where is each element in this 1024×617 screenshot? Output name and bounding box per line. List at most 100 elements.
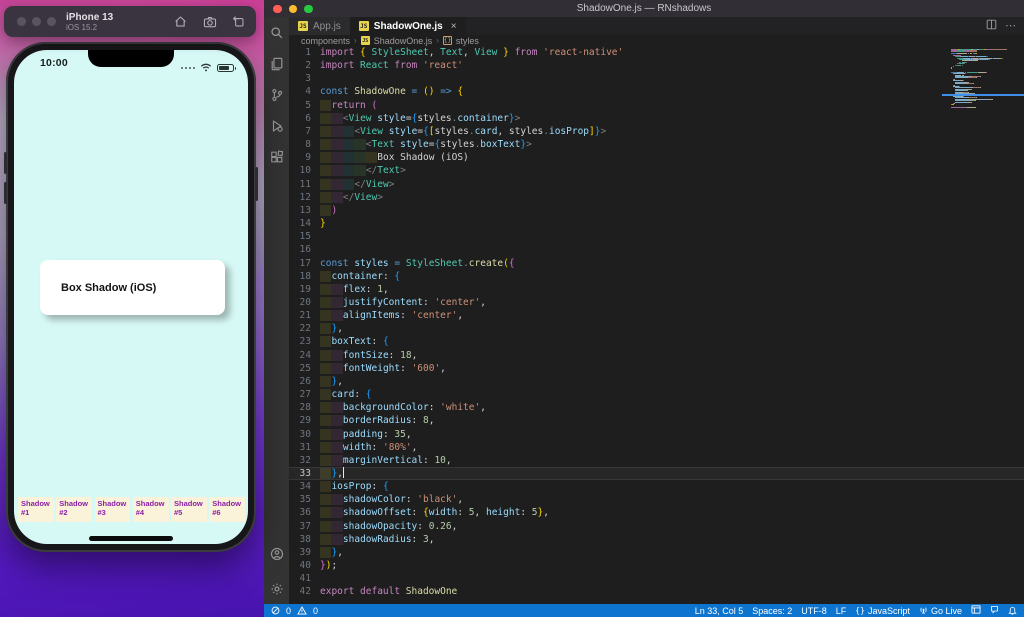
go-live-button[interactable]: Go Live bbox=[919, 606, 962, 616]
code-line[interactable]: 9 Box Shadow (iOS) bbox=[289, 151, 1024, 164]
volume-up-button[interactable] bbox=[4, 152, 7, 174]
line-number[interactable]: 8 bbox=[289, 138, 320, 151]
source-control-icon[interactable] bbox=[269, 87, 284, 102]
rotate-device-icon[interactable] bbox=[231, 14, 246, 29]
extensions-icon[interactable] bbox=[269, 149, 284, 164]
code-line[interactable]: 31 width: '80%', bbox=[289, 441, 1024, 454]
tab-app-js[interactable]: JS App.js bbox=[289, 17, 350, 35]
code-line[interactable]: 8 <Text style={styles.boxText}> bbox=[289, 138, 1024, 151]
simulator-window-controls[interactable] bbox=[17, 17, 56, 26]
shadow-tab-3[interactable]: Shadow#3 bbox=[95, 497, 131, 522]
code-line[interactable]: 22 }, bbox=[289, 322, 1024, 335]
line-number[interactable]: 41 bbox=[289, 572, 320, 585]
line-number[interactable]: 38 bbox=[289, 533, 320, 546]
line-number[interactable]: 39 bbox=[289, 546, 320, 559]
split-editor-icon[interactable] bbox=[986, 17, 997, 35]
code-line[interactable]: 10 </Text> bbox=[289, 164, 1024, 177]
shadow-tab-2[interactable]: Shadow#2 bbox=[56, 497, 92, 522]
home-icon[interactable] bbox=[173, 14, 188, 29]
line-number[interactable]: 28 bbox=[289, 401, 320, 414]
close-tab-icon[interactable]: × bbox=[451, 21, 457, 32]
line-number[interactable]: 23 bbox=[289, 335, 320, 348]
code-line[interactable]: 15 bbox=[289, 230, 1024, 243]
code-line[interactable]: 7 <View style={[styles.card, styles.iosP… bbox=[289, 125, 1024, 138]
code-line[interactable]: 35 shadowColor: 'black', bbox=[289, 493, 1024, 506]
line-number[interactable]: 14 bbox=[289, 217, 320, 230]
run-debug-icon[interactable] bbox=[269, 118, 284, 133]
code-line[interactable]: 42export default ShadowOne bbox=[289, 585, 1024, 598]
line-number[interactable]: 40 bbox=[289, 559, 320, 572]
vscode-window-controls[interactable] bbox=[273, 5, 313, 14]
code-line[interactable]: 2import React from 'react' bbox=[289, 59, 1024, 72]
cursor-position[interactable]: Ln 33, Col 5 bbox=[695, 606, 744, 616]
window-minimize-button[interactable] bbox=[32, 17, 41, 26]
line-number[interactable]: 24 bbox=[289, 349, 320, 362]
search-icon[interactable] bbox=[269, 25, 284, 40]
code-line[interactable]: 19 flex: 1, bbox=[289, 283, 1024, 296]
encoding-setting[interactable]: UTF-8 bbox=[801, 606, 827, 616]
line-number[interactable]: 10 bbox=[289, 164, 320, 177]
browser-preview-icon[interactable] bbox=[971, 605, 981, 616]
volume-down-button[interactable] bbox=[4, 182, 7, 204]
line-number[interactable]: 5 bbox=[289, 99, 320, 112]
tab-shadowone-js[interactable]: JS ShadowOne.js × bbox=[350, 17, 466, 35]
code-line[interactable]: 36 shadowOffset: {width: 5, height: 5}, bbox=[289, 506, 1024, 519]
shadow-tab-5[interactable]: Shadow#5 bbox=[171, 497, 207, 522]
code-line[interactable]: 23 boxText: { bbox=[289, 335, 1024, 348]
breadcrumb-file[interactable]: ShadowOne.js bbox=[374, 36, 433, 46]
line-number[interactable]: 37 bbox=[289, 520, 320, 533]
screenshot-camera-icon[interactable] bbox=[202, 14, 217, 29]
shadow-tab-1[interactable]: Shadow#1 bbox=[18, 497, 54, 522]
code-line[interactable]: 12 </View> bbox=[289, 191, 1024, 204]
code-line[interactable]: 17const styles = StyleSheet.create({ bbox=[289, 257, 1024, 270]
line-number[interactable]: 42 bbox=[289, 585, 320, 598]
line-number[interactable]: 3 bbox=[289, 72, 320, 85]
indentation-setting[interactable]: Spaces: 2 bbox=[752, 606, 792, 616]
window-close-button[interactable] bbox=[17, 17, 26, 26]
notifications-bell-icon[interactable] bbox=[1008, 605, 1017, 617]
code-line[interactable]: 37 shadowOpacity: 0.26, bbox=[289, 520, 1024, 533]
line-number[interactable]: 26 bbox=[289, 375, 320, 388]
line-number[interactable]: 4 bbox=[289, 85, 320, 98]
shadow-tab-4[interactable]: Shadow#4 bbox=[133, 497, 169, 522]
line-number[interactable]: 30 bbox=[289, 428, 320, 441]
line-number[interactable]: 12 bbox=[289, 191, 320, 204]
line-number[interactable]: 16 bbox=[289, 243, 320, 256]
code-line[interactable]: 6 <View style={styles.container}> bbox=[289, 112, 1024, 125]
code-line[interactable]: 30 padding: 35, bbox=[289, 428, 1024, 441]
vscode-titlebar[interactable]: ShadowOne.js — RNshadows bbox=[264, 0, 1024, 17]
line-number[interactable]: 13 bbox=[289, 204, 320, 217]
line-number[interactable]: 22 bbox=[289, 322, 320, 335]
line-number[interactable]: 19 bbox=[289, 283, 320, 296]
code-line[interactable]: 29 borderRadius: 8, bbox=[289, 414, 1024, 427]
code-line[interactable]: 14} bbox=[289, 217, 1024, 230]
line-number[interactable]: 11 bbox=[289, 178, 320, 191]
shadow-tab-6[interactable]: Shadow#6 bbox=[209, 497, 245, 522]
code-editor[interactable]: 1import { StyleSheet, Text, View } from … bbox=[289, 46, 1024, 604]
home-indicator[interactable] bbox=[89, 536, 173, 541]
code-line[interactable]: 39 }, bbox=[289, 546, 1024, 559]
code-line[interactable]: 38 shadowRadius: 3, bbox=[289, 533, 1024, 546]
line-number[interactable]: 33 bbox=[289, 467, 320, 480]
line-number[interactable]: 2 bbox=[289, 59, 320, 72]
settings-gear-icon[interactable] bbox=[269, 581, 284, 596]
line-number[interactable]: 35 bbox=[289, 493, 320, 506]
line-number[interactable]: 32 bbox=[289, 454, 320, 467]
line-number[interactable]: 6 bbox=[289, 112, 320, 125]
code-line[interactable]: 21 alignItems: 'center', bbox=[289, 309, 1024, 322]
feedback-icon[interactable] bbox=[990, 605, 999, 616]
line-number[interactable]: 15 bbox=[289, 230, 320, 243]
line-number[interactable]: 29 bbox=[289, 414, 320, 427]
line-number[interactable]: 36 bbox=[289, 506, 320, 519]
explorer-files-icon[interactable] bbox=[269, 56, 284, 71]
line-number[interactable]: 34 bbox=[289, 480, 320, 493]
code-line[interactable]: 18 container: { bbox=[289, 270, 1024, 283]
code-line[interactable]: 40}); bbox=[289, 559, 1024, 572]
problems-indicator[interactable]: 0 0 bbox=[271, 606, 318, 616]
window-minimize-button[interactable] bbox=[289, 5, 298, 14]
code-line[interactable]: 27 card: { bbox=[289, 388, 1024, 401]
code-line[interactable]: 25 fontWeight: '600', bbox=[289, 362, 1024, 375]
line-number[interactable]: 7 bbox=[289, 125, 320, 138]
language-mode[interactable]: {} JavaScript bbox=[855, 606, 910, 616]
window-zoom-button[interactable] bbox=[47, 17, 56, 26]
